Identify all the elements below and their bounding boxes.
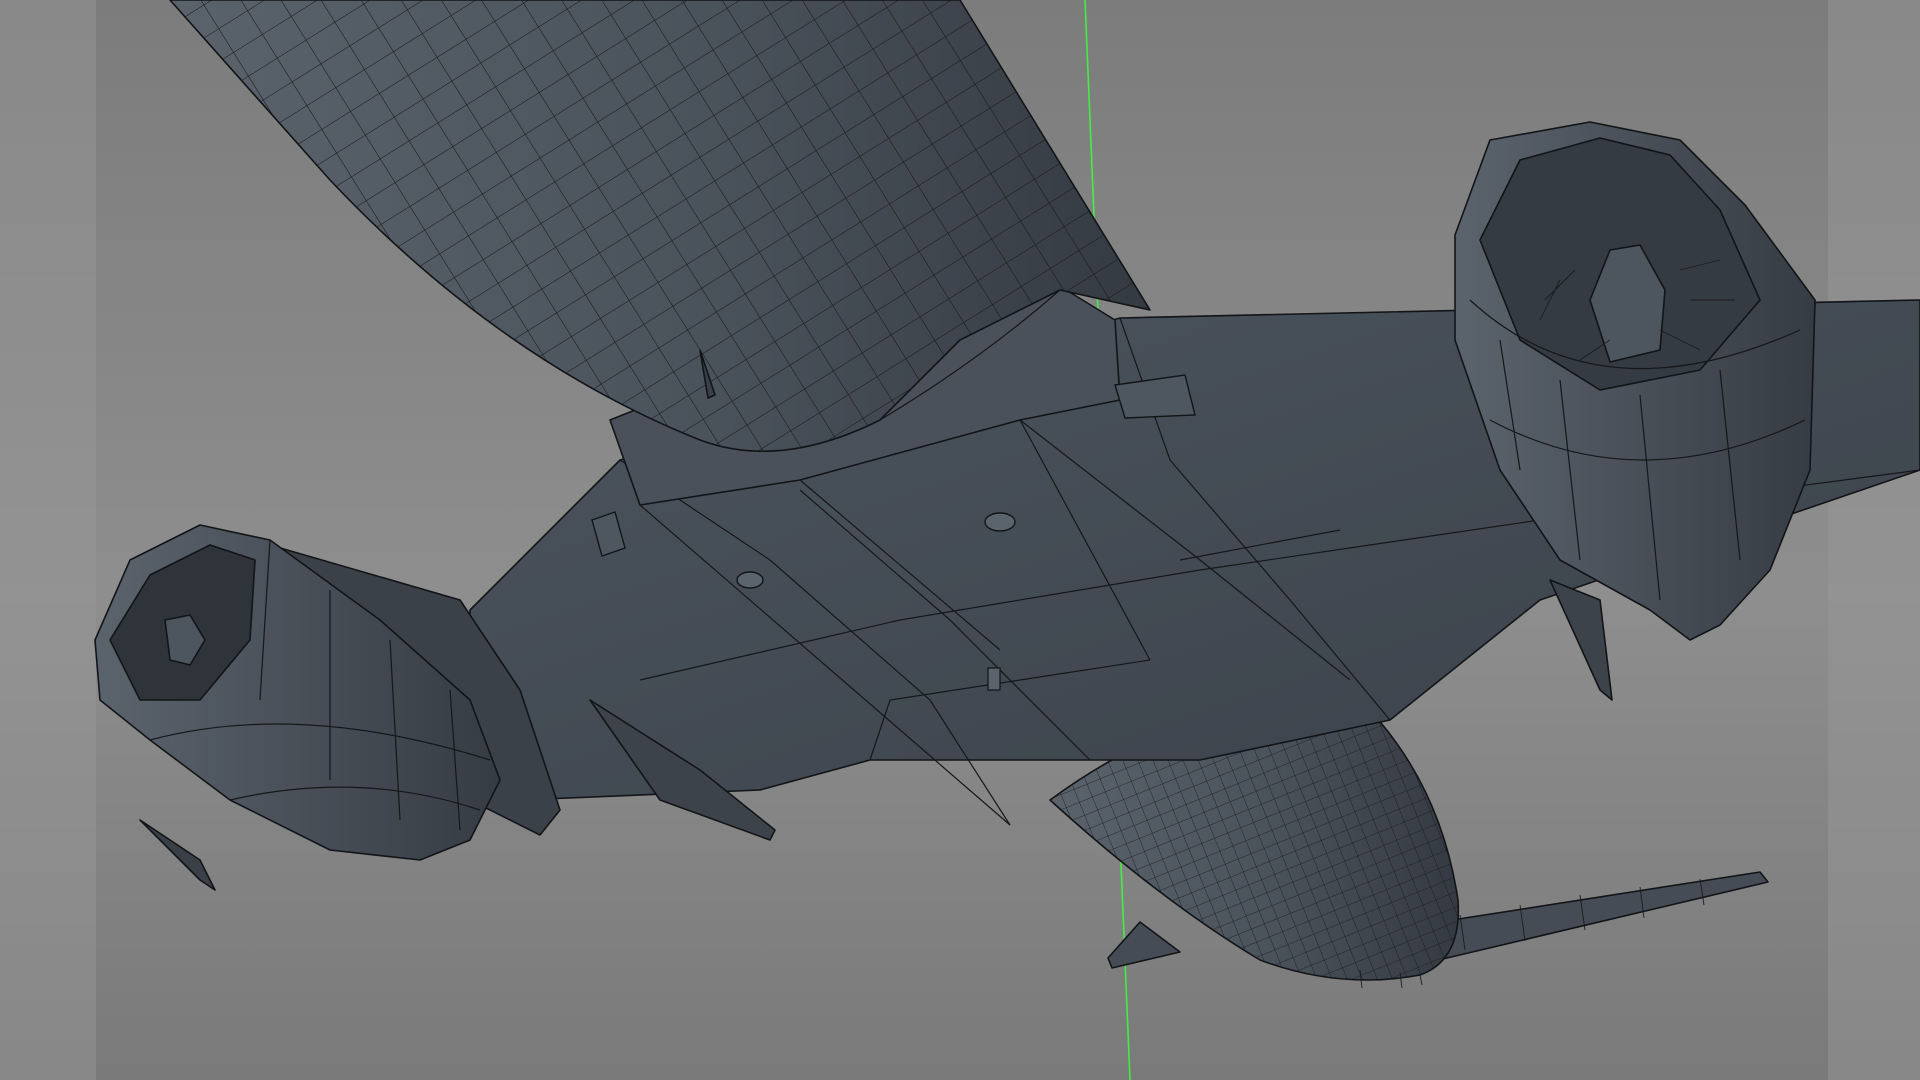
flap-fairing-left [139,819,216,891]
horizontal-stabilizer-left[interactable] [1107,921,1181,969]
3d-viewport[interactable] [0,0,1920,1080]
model-canvas[interactable] [0,0,1920,1080]
horizontal-stabilizer-right[interactable] [1419,871,1769,963]
pylon-fairing [1549,579,1613,701]
